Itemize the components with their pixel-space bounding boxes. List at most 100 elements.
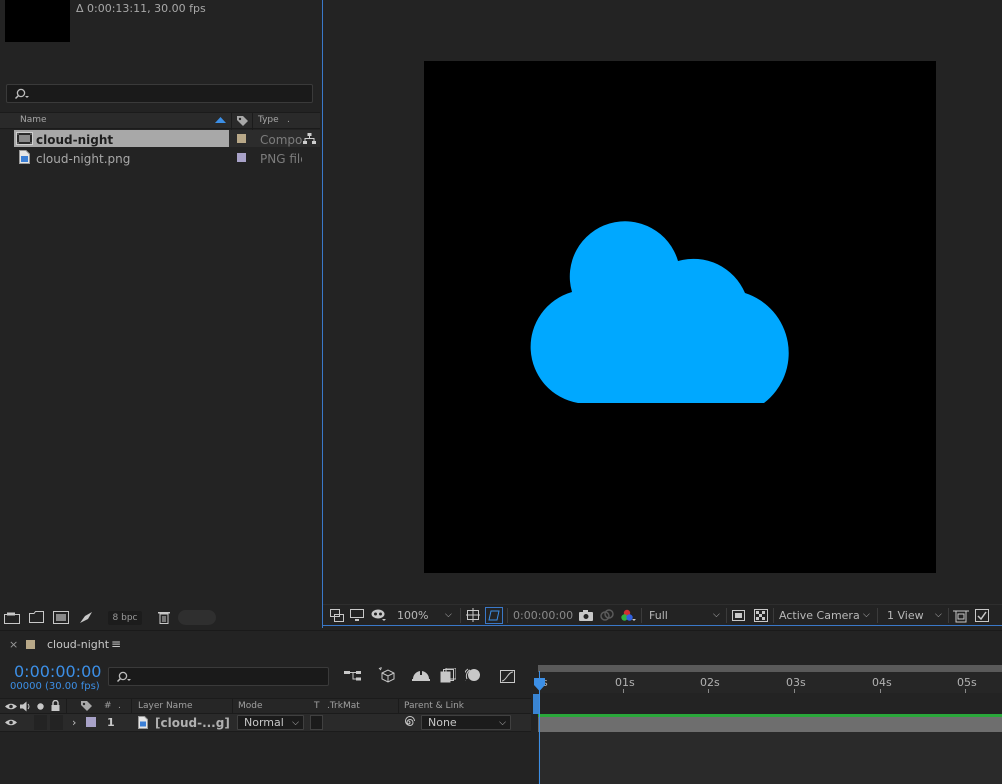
parent-select[interactable]: None ⌵: [421, 715, 511, 730]
render-queue-icon[interactable]: [79, 611, 93, 624]
preserve-transparency-toggle[interactable]: [310, 715, 323, 730]
interpret-footage-icon[interactable]: [4, 612, 20, 624]
column-trkmat[interactable]: .TrkMat: [327, 701, 360, 711]
chevron-down-icon[interactable]: ⌵: [713, 610, 720, 620]
trash-icon[interactable]: [158, 611, 170, 624]
layer-row[interactable]: › 1 [cloud-...g] Normal ⌵ None ⌵: [0, 714, 531, 732]
column-layer-name[interactable]: Layer Name: [138, 701, 193, 711]
chevron-down-icon[interactable]: ⌵: [935, 610, 942, 620]
column-name[interactable]: Name: [20, 115, 47, 125]
tick-label: 01s: [615, 676, 635, 689]
tick-label: 05s: [957, 676, 977, 689]
pick-whip-icon[interactable]: [402, 716, 415, 729]
timeline-panel: × cloud-night ≡ 0:00:00:00 00000 (30.00 …: [0, 630, 1002, 784]
current-time-display[interactable]: 0:00:00:00: [14, 662, 101, 681]
monitor-icon[interactable]: [350, 609, 364, 622]
solo-toggle[interactable]: [34, 715, 47, 730]
show-snapshot-icon[interactable]: [600, 609, 614, 622]
tick-label: 04s: [872, 676, 892, 689]
layer-name[interactable]: [cloud-...g]: [155, 716, 230, 730]
fast-previews-icon[interactable]: [975, 609, 991, 623]
shy-layers-icon[interactable]: [412, 669, 430, 682]
close-icon[interactable]: ×: [9, 638, 18, 651]
project-item-png[interactable]: cloud-night.png PNG file: [0, 149, 320, 168]
frame-blending-icon[interactable]: [440, 668, 456, 683]
column-parent-link[interactable]: Parent & Link: [404, 701, 464, 711]
mask-path-toggle[interactable]: [485, 607, 503, 624]
mask-visibility-icon[interactable]: [371, 609, 389, 622]
label-tag-icon[interactable]: [236, 115, 250, 127]
chevron-right-icon[interactable]: ›: [72, 716, 76, 729]
comp-info: Δ 0:00:13:11, 30.00 fps: [76, 2, 206, 15]
search-icon: [14, 88, 29, 100]
layer-duration-bar[interactable]: [538, 714, 1002, 732]
new-composition-icon[interactable]: [53, 611, 69, 624]
column-type[interactable]: Type: [258, 115, 279, 125]
resolution-select[interactable]: Full: [649, 609, 668, 622]
solo-icon[interactable]: [37, 703, 44, 710]
column-mode[interactable]: Mode: [238, 701, 263, 711]
project-search-input[interactable]: [6, 84, 313, 103]
comp-thumbnail: [5, 0, 70, 42]
panel-menu-icon[interactable]: ≡: [111, 637, 121, 651]
work-area-bar[interactable]: [538, 665, 1002, 672]
lock-icon[interactable]: [51, 700, 60, 712]
label-swatch[interactable]: [86, 717, 96, 727]
composition-icon: [16, 132, 33, 145]
viewer-timecode[interactable]: 0:00:00:00: [513, 609, 573, 622]
comp-mini-flowchart-icon[interactable]: [344, 669, 362, 683]
viewer-toolbar: 100% ⌵ 0:00:00:00 Full ⌵ Active Camera ⌵…: [323, 604, 1002, 626]
label-swatch: [26, 640, 35, 649]
layer-column-header: # . Layer Name Mode T .TrkMat Parent & L…: [0, 698, 531, 714]
horizontal-scrollbar[interactable]: [178, 610, 216, 625]
draft-3d-icon[interactable]: [378, 667, 396, 683]
image-file-icon: [19, 150, 30, 164]
project-item-comp[interactable]: cloud-night Compo: [0, 130, 320, 149]
timeline-tab-label: cloud-night: [47, 638, 110, 651]
tab-timeline[interactable]: × cloud-night ≡: [0, 631, 140, 657]
time-ruler[interactable]: 0s 01s 02s 03s 04s 05s: [533, 663, 1002, 693]
project-column-header: Name Type .: [0, 112, 320, 130]
label-tag-icon[interactable]: [80, 700, 93, 712]
always-preview-icon[interactable]: [330, 609, 344, 622]
layer-number: 1: [107, 716, 115, 729]
motion-blur-icon[interactable]: [465, 668, 481, 683]
image-file-icon: [138, 716, 148, 729]
project-footer: 8 bpc: [0, 608, 320, 628]
video-visibility-icon[interactable]: [5, 702, 17, 711]
flowchart-icon[interactable]: [303, 133, 316, 145]
frame-count: 00000 (30.00 fps): [10, 681, 100, 692]
safe-zones-icon[interactable]: [466, 608, 482, 623]
lock-toggle[interactable]: [50, 715, 63, 730]
column-number: #: [104, 701, 112, 711]
blend-mode-select[interactable]: Normal ⌵: [237, 715, 304, 730]
time-graph[interactable]: 0s 01s 02s 03s 04s 05s: [533, 663, 1002, 784]
camera-select[interactable]: Active Camera: [779, 609, 860, 622]
playhead-icon[interactable]: [534, 678, 546, 692]
audio-icon[interactable]: [20, 701, 32, 712]
search-icon: [116, 671, 131, 683]
project-item-name: cloud-night: [36, 133, 114, 147]
mask-path-icon: [488, 610, 500, 621]
view-layout-select[interactable]: 1 View: [887, 609, 924, 622]
camera-snapshot-icon[interactable]: [579, 610, 593, 621]
video-visibility-icon[interactable]: [5, 718, 17, 727]
label-swatch[interactable]: [237, 134, 246, 143]
transparency-grid-icon[interactable]: [754, 609, 768, 622]
project-item-type: PNG file: [260, 152, 302, 166]
timeline-search-input[interactable]: [108, 667, 329, 686]
region-of-interest-icon[interactable]: [732, 610, 745, 621]
bit-depth-button[interactable]: 8 bpc: [108, 611, 142, 625]
cloud-image: [530, 221, 789, 403]
composition-canvas[interactable]: [424, 61, 936, 573]
color-channels-icon[interactable]: [621, 609, 637, 623]
graph-editor-icon[interactable]: [500, 668, 516, 683]
chevron-down-icon[interactable]: ⌵: [445, 610, 452, 620]
label-swatch[interactable]: [237, 153, 246, 162]
sort-ascending-icon[interactable]: [215, 117, 226, 124]
zoom-value[interactable]: 100%: [397, 609, 428, 622]
project-item-type: Compo: [260, 133, 302, 147]
chevron-down-icon[interactable]: ⌵: [863, 610, 870, 620]
new-folder-icon[interactable]: [29, 611, 44, 623]
reset-exposure-icon[interactable]: [953, 609, 969, 623]
